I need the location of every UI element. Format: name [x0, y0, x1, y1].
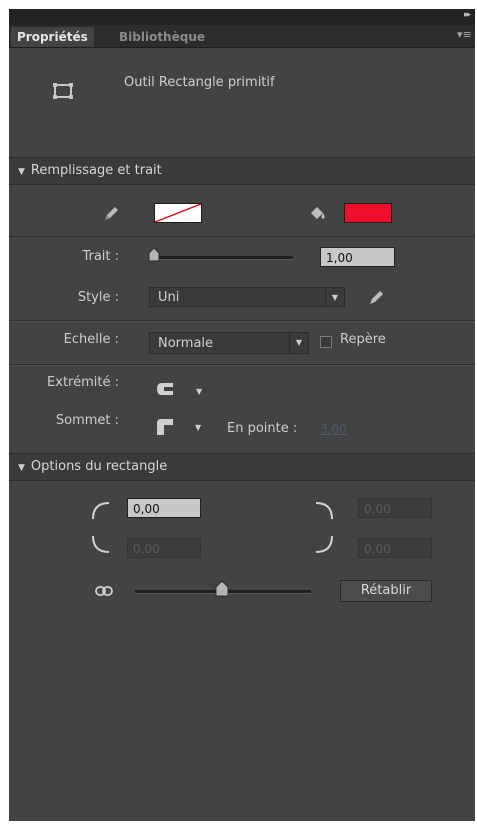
tool-title: Outil Rectangle primitif — [124, 75, 275, 90]
rectangle-primitive-icon — [53, 83, 73, 99]
panel-menu-icon[interactable]: ▾≡ — [457, 28, 472, 42]
collapse-triangle-icon: ▼ — [18, 463, 25, 473]
stroke-color-swatch[interactable] — [154, 203, 202, 223]
miter-value-field[interactable]: 3,00 — [320, 422, 347, 436]
style-dropdown-value: Uni — [158, 290, 180, 305]
corner-top-left-field[interactable]: 0,00 — [127, 498, 201, 518]
corner-bottom-left-icon — [92, 535, 110, 553]
reset-button[interactable]: Rétablir — [340, 580, 432, 602]
panel-top-strip: ▸▸ — [9, 9, 475, 25]
stroke-width-slider[interactable] — [149, 256, 293, 260]
cap-chevron-down-icon[interactable]: ▼ — [196, 387, 202, 396]
corner-bottom-right-field[interactable]: 0,00 — [358, 538, 432, 558]
corner-slider-thumb[interactable] — [215, 581, 229, 597]
join-chevron-down-icon[interactable]: ▼ — [195, 423, 201, 432]
expand-panel-icon[interactable]: ▸▸ — [464, 10, 471, 20]
edit-style-pencil-icon[interactable] — [367, 289, 385, 307]
section-fill-stroke-label: Remplissage et trait — [30, 163, 162, 178]
section-rect-options-label: Options du rectangle — [30, 459, 168, 474]
corner-top-left-icon — [92, 502, 110, 520]
scale-dropdown[interactable]: Normale ▼ — [149, 332, 309, 354]
stroke-width-field[interactable]: 1,00 — [320, 247, 395, 267]
properties-panel: ▸▸ Propriétés Bibliothèque ▾≡ Outil Rect… — [9, 9, 475, 821]
sommet-label: Sommet : — [55, 413, 119, 428]
paint-bucket-icon — [311, 207, 325, 219]
cap-style-icon[interactable] — [157, 383, 173, 395]
repere-label: Repère — [340, 332, 386, 347]
trait-label: Trait : — [82, 249, 119, 264]
scale-dropdown-value: Normale — [158, 336, 214, 351]
stroke-slider-thumb[interactable] — [148, 248, 160, 262]
collapse-triangle-icon: ▼ — [18, 167, 25, 177]
style-dropdown[interactable]: Uni ▼ — [149, 287, 345, 307]
repere-checkbox[interactable] — [320, 336, 332, 348]
section-rect-options[interactable]: ▼ Options du rectangle — [9, 453, 475, 481]
corner-top-right-field[interactable]: 0,00 — [358, 498, 432, 518]
extremite-label: Extrémité : — [47, 375, 119, 390]
fill-color-swatch[interactable] — [344, 203, 392, 223]
chevron-down-icon: ▼ — [289, 333, 308, 353]
pencil-icon — [105, 207, 118, 220]
section-fill-stroke[interactable]: ▼ Remplissage et trait — [9, 157, 475, 185]
tab-proprietes[interactable]: Propriétés — [11, 27, 94, 47]
chevron-down-icon: ▼ — [325, 288, 344, 306]
corner-bottom-right-icon — [315, 535, 333, 553]
link-chain-icon[interactable] — [95, 585, 113, 597]
echelle-label: Echelle : — [63, 332, 119, 347]
en-pointe-label: En pointe : — [227, 421, 298, 436]
style-label: Style : — [77, 290, 119, 305]
corner-top-right-icon — [315, 502, 333, 520]
corner-bottom-left-field[interactable]: 0,00 — [127, 538, 201, 558]
tab-bibliotheque[interactable]: Bibliothèque — [113, 27, 211, 47]
panel-tab-bar: Propriétés Bibliothèque ▾≡ — [9, 25, 475, 48]
join-style-icon[interactable] — [157, 419, 173, 435]
